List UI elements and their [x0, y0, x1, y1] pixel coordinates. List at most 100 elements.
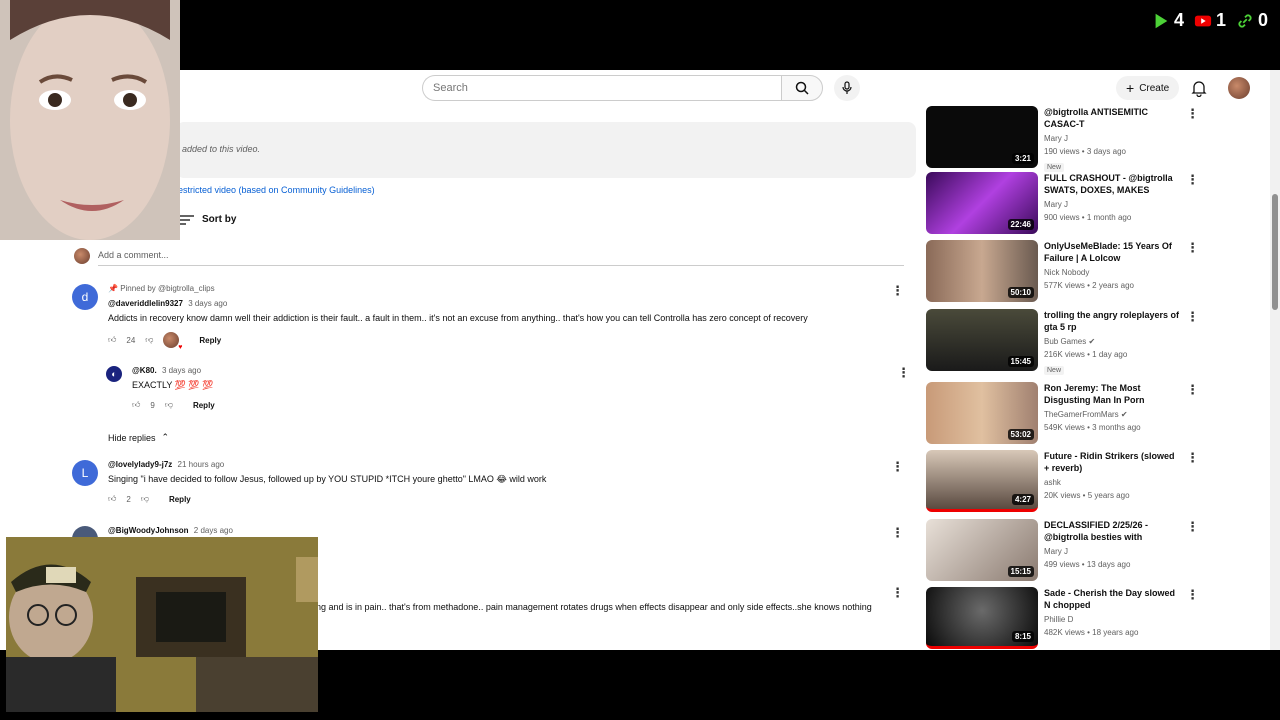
related-video[interactable]: 3:21 @bigtrolla ANTISEMITIC CASAC-T Mary…: [926, 106, 1199, 172]
thumbs-up-icon[interactable]: 👍︎: [108, 335, 116, 345]
comment-author[interactable]: @lovelylady9-j7z: [108, 460, 172, 469]
voice-search-button[interactable]: [834, 75, 860, 101]
more-options-icon[interactable]: ⋮: [1186, 240, 1199, 256]
video-title[interactable]: OnlyUseMeBlade: 15 Years Of Failure | A …: [1044, 240, 1180, 264]
more-options-icon[interactable]: ⋮: [891, 460, 904, 473]
comment-body: 📌 Pinned by @bigtrolla_clips @daveriddle…: [108, 284, 908, 351]
related-video[interactable]: 22:46 FULL CRASHOUT - @bigtrolla SWATS, …: [926, 172, 1199, 234]
video-title[interactable]: DECLASSIFIED 2/25/26 - @bigtrolla bestie…: [1044, 519, 1180, 543]
channel-name[interactable]: Mary J: [1044, 134, 1180, 143]
sort-by-button[interactable]: Sort by: [180, 214, 236, 225]
video-title[interactable]: Ron Jeremy: The Most Disgusting Man In P…: [1044, 382, 1180, 406]
video-title[interactable]: FULL CRASHOUT - @bigtrolla SWATS, DOXES,…: [1044, 172, 1180, 196]
channel-name[interactable]: Mary J: [1044, 547, 1180, 556]
creator-heart-icon: [163, 332, 182, 351]
related-video[interactable]: 53:02 Ron Jeremy: The Most Disgusting Ma…: [926, 382, 1199, 444]
comment-time[interactable]: 2 days ago: [194, 526, 233, 535]
account-avatar[interactable]: [1228, 77, 1250, 99]
reply-button[interactable]: Reply: [193, 401, 215, 410]
related-video[interactable]: 4:27 Future - Ridin Strikers (slowed + r…: [926, 450, 1199, 512]
video-thumbnail[interactable]: 3:21: [926, 106, 1038, 168]
more-options-icon[interactable]: ⋮: [891, 586, 904, 599]
search-input[interactable]: Search: [422, 75, 782, 101]
comment-time[interactable]: 3 days ago: [188, 299, 227, 308]
video-title[interactable]: Future - Ridin Strikers (slowed + reverb…: [1044, 450, 1180, 474]
more-options-icon[interactable]: ⋮: [897, 366, 910, 379]
more-options-icon[interactable]: ⋮: [1186, 106, 1199, 122]
divider: [98, 265, 904, 266]
page-scrollbar[interactable]: [1270, 70, 1280, 650]
video-thumbnail[interactable]: 15:15: [926, 519, 1038, 581]
thumbs-down-icon[interactable]: 👎︎: [165, 400, 173, 410]
avatar[interactable]: ◐: [106, 366, 122, 382]
comment-author[interactable]: @daveriddlelin9327: [108, 299, 183, 308]
youtube-icon: [1194, 15, 1212, 26]
scrollbar-thumb[interactable]: [1272, 194, 1278, 310]
video-thumbnail[interactable]: 22:46: [926, 172, 1038, 234]
webcam-room-image: [6, 537, 318, 712]
new-badge: New: [1044, 163, 1065, 172]
comment-time[interactable]: 3 days ago: [162, 366, 201, 375]
video-thumbnail[interactable]: 15:45: [926, 309, 1038, 371]
comment-text: Singing "i have decided to follow Jesus,…: [108, 474, 547, 484]
thumbs-up-icon[interactable]: 👍︎: [132, 400, 140, 410]
search-button[interactable]: [781, 75, 823, 101]
avatar: [74, 248, 90, 264]
comment-body: @lovelylady9-j7z 21 hours ago Singing "i…: [108, 460, 908, 504]
thumbs-down-icon[interactable]: 👎︎: [145, 335, 153, 345]
comment-time[interactable]: 21 hours ago: [178, 460, 225, 469]
comment-header: @BigWoodyJohnson 2 days ago: [108, 526, 908, 535]
video-title[interactable]: @bigtrolla ANTISEMITIC CASAC-T: [1044, 106, 1180, 130]
more-options-icon[interactable]: ⋮: [1186, 450, 1199, 466]
like-count: 24: [126, 335, 136, 345]
more-options-icon[interactable]: ⋮: [891, 526, 904, 539]
video-info: FULL CRASHOUT - @bigtrolla SWATS, DOXES,…: [1044, 172, 1180, 222]
video-info: Future - Ridin Strikers (slowed + reverb…: [1044, 450, 1180, 500]
channel-name[interactable]: Mary J: [1044, 200, 1180, 209]
related-video[interactable]: 8:15 Sade - Cherish the Day slowed N cho…: [926, 587, 1199, 649]
link-icon: [1238, 13, 1252, 28]
thumbs-up-icon[interactable]: 👍︎: [108, 494, 116, 504]
video-thumbnail[interactable]: 4:27: [926, 450, 1038, 512]
notifications-bell-icon[interactable]: [1191, 79, 1207, 97]
channel-name[interactable]: ashk: [1044, 478, 1180, 487]
reply-button[interactable]: Reply: [169, 495, 191, 504]
more-options-icon[interactable]: ⋮: [1186, 519, 1199, 535]
channel-name[interactable]: TheGamerFromMars ✔: [1044, 410, 1180, 419]
play-icon: [1155, 13, 1168, 28]
reply-button[interactable]: Reply: [199, 336, 221, 345]
more-options-icon[interactable]: ⋮: [891, 284, 904, 297]
add-comment-field[interactable]: Add a comment...: [74, 248, 904, 266]
channel-name[interactable]: Phillie D: [1044, 615, 1180, 624]
avatar[interactable]: L: [72, 460, 98, 486]
video-info: @bigtrolla ANTISEMITIC CASAC-T Mary J 19…: [1044, 106, 1180, 174]
related-video[interactable]: 15:45 trolling the angry roleplayers of …: [926, 309, 1199, 375]
channel-name[interactable]: Nick Nobody: [1044, 268, 1180, 277]
webcam-overlay-top: [0, 0, 180, 240]
video-thumbnail[interactable]: 50:10: [926, 240, 1038, 302]
plus-icon: +: [1126, 80, 1135, 96]
restricted-video-link[interactable]: estricted video (based on Community Guid…: [178, 185, 375, 195]
video-title[interactable]: trolling the angry roleplayers of gta 5 …: [1044, 309, 1180, 333]
thumbs-down-icon[interactable]: 👎︎: [141, 494, 149, 504]
avatar[interactable]: d: [72, 284, 98, 310]
duration-badge: 4:27: [1011, 494, 1034, 505]
video-thumbnail[interactable]: 8:15: [926, 587, 1038, 649]
more-options-icon[interactable]: ⋮: [1186, 587, 1199, 603]
more-options-icon[interactable]: ⋮: [1186, 309, 1199, 325]
hide-replies-button[interactable]: Hide replies ⌃: [108, 432, 169, 443]
comments-notice-text: added to this video.: [182, 144, 261, 154]
comment-author[interactable]: @BigWoodyJohnson: [108, 526, 189, 535]
comment-author[interactable]: @K80.: [132, 366, 157, 375]
related-video[interactable]: 15:15 DECLASSIFIED 2/25/26 - @bigtrolla …: [926, 519, 1199, 581]
video-title[interactable]: Sade - Cherish the Day slowed N chopped: [1044, 587, 1180, 611]
create-button[interactable]: + Create: [1116, 76, 1180, 100]
more-options-icon[interactable]: ⋮: [1186, 172, 1199, 188]
more-options-icon[interactable]: ⋮: [1186, 382, 1199, 398]
duration-badge: 15:45: [1007, 356, 1034, 367]
video-thumbnail[interactable]: 53:02: [926, 382, 1038, 444]
video-meta: 549K views • 3 months ago: [1044, 423, 1141, 432]
microphone-icon: [842, 81, 852, 94]
related-video[interactable]: 50:10 OnlyUseMeBlade: 15 Years Of Failur…: [926, 240, 1199, 302]
channel-name[interactable]: Bub Games ✔: [1044, 337, 1180, 346]
